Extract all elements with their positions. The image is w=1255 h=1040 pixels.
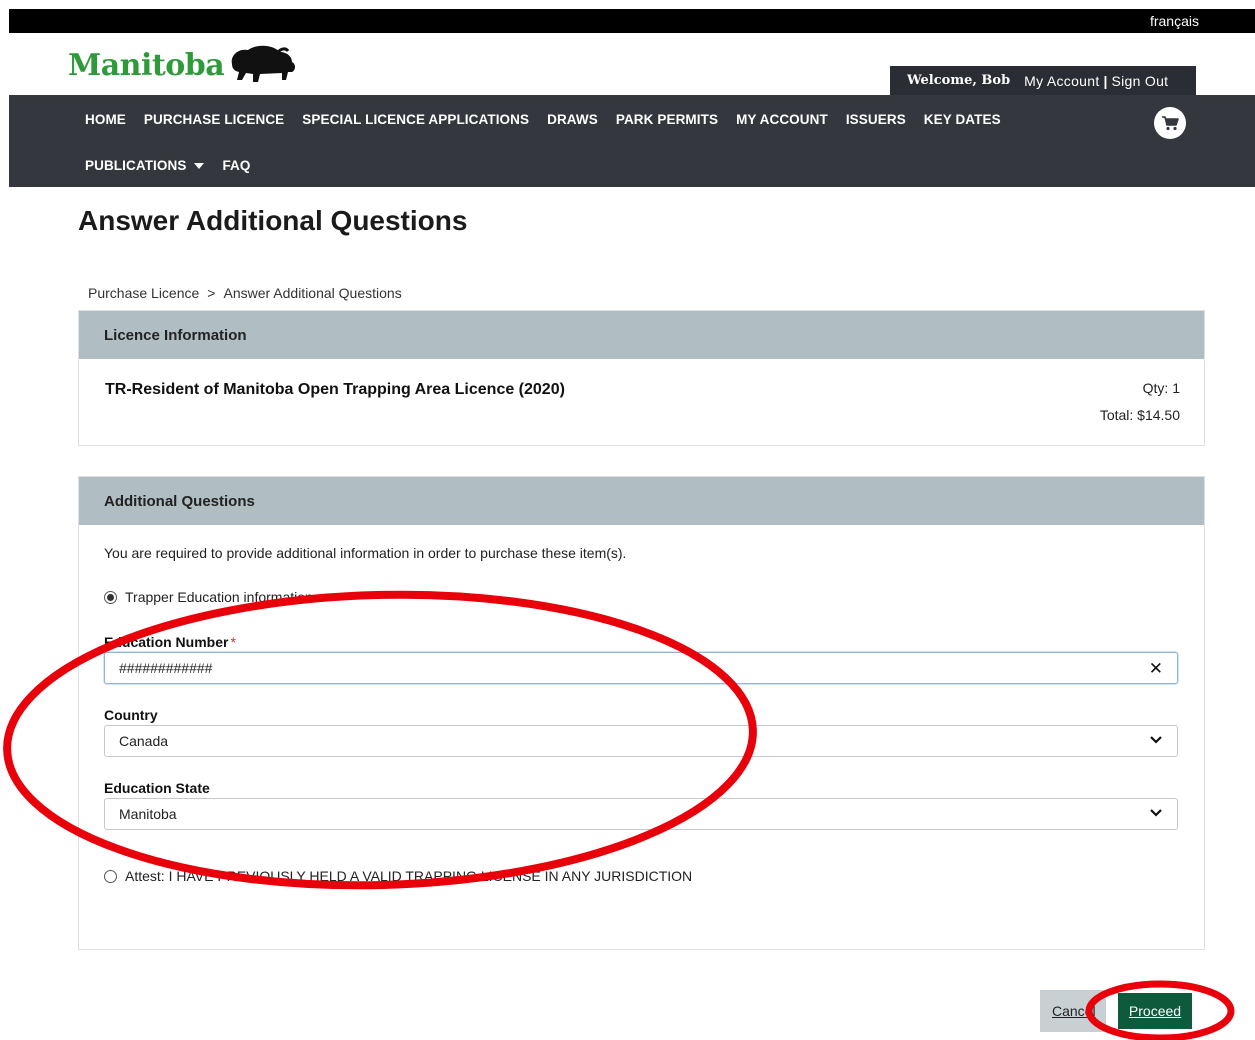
nav-issuers[interactable]: ISSUERS [846,112,906,127]
licence-panel-heading: Licence Information [79,311,1204,359]
country-label: Country [104,707,158,723]
cancel-button[interactable]: Cancel [1040,990,1106,1032]
education-number-field[interactable] [119,660,1099,676]
nav-key-dates[interactable]: KEY DATES [924,112,1001,127]
language-link[interactable]: français [1150,13,1199,29]
education-state-label: Education State [104,780,210,796]
radio-checked-icon[interactable] [104,590,117,604]
breadcrumb-current: Answer Additional Questions [223,285,402,301]
bison-icon [231,45,296,82]
additional-questions-panel: Additional Questions You are required to… [78,476,1205,950]
nav-publications-label: PUBLICATIONS [85,158,187,173]
breadcrumb-purchase-licence[interactable]: Purchase Licence [88,285,199,301]
nav-my-account[interactable]: MY ACCOUNT [736,112,828,127]
nav-draws[interactable]: DRAWS [547,112,598,127]
chevron-down-icon [1150,809,1162,817]
manitoba-logo[interactable]: Manitoba [68,42,298,88]
option-attest-label: Attest: I HAVE PREVIOUSLY HELD A VALID T… [125,868,693,884]
licence-name: TR-Resident of Manitoba Open Trapping Ar… [105,381,565,398]
country-selected-value: Canada [119,733,169,749]
welcome-text: Welcome, Bob [907,73,1011,88]
caret-down-icon [194,162,205,169]
nav-purchase-licence[interactable]: PURCHASE LICENCE [144,112,284,127]
questions-panel-heading: Additional Questions [79,477,1204,525]
nav-park-permits[interactable]: PARK PERMITS [616,112,718,127]
licence-total: Total: $14.50 [1099,407,1180,423]
breadcrumb-separator: > [207,285,216,301]
cart-icon [1162,116,1179,131]
option-trapper-education[interactable]: Trapper Education information : [104,589,321,605]
account-tab: Welcome, Bob My Account | Sign Out [890,66,1196,95]
top-utility-bar: français [9,9,1255,33]
required-marker: * [230,634,236,650]
nav-special-licence-applications[interactable]: SPECIAL LICENCE APPLICATIONS [302,112,529,127]
nav-home[interactable]: HOME [85,112,126,127]
licence-qty: Qty: 1 [1142,380,1180,396]
questions-intro: You are required to provide additional i… [104,545,627,561]
main-navigation: HOME PURCHASE LICENCE SPECIAL LICENCE AP… [9,95,1255,187]
page-title: Answer Additional Questions [78,205,468,236]
nav-row-primary: HOME PURCHASE LICENCE SPECIAL LICENCE AP… [85,112,1019,127]
education-state-select[interactable]: Manitoba [104,798,1178,830]
breadcrumb: Purchase Licence > Answer Additional Quest… [88,285,402,301]
education-number-label-text: Education Number [104,634,229,650]
education-number-label: Education Number * [104,634,236,650]
option-trapper-education-label: Trapper Education information : [125,589,321,605]
clear-icon[interactable]: ✕ [1149,659,1163,679]
nav-publications[interactable]: PUBLICATIONS [85,158,205,173]
my-account-link[interactable]: My Account [1024,73,1099,89]
account-separator: | [1103,72,1108,89]
education-state-selected-value: Manitoba [119,806,177,822]
proceed-button[interactable]: Proceed [1118,993,1192,1029]
nav-row-secondary: PUBLICATIONS FAQ [85,158,269,173]
country-select[interactable]: Canada [104,725,1178,757]
chevron-down-icon [1150,736,1162,744]
radio-unchecked-icon[interactable] [104,869,117,883]
licence-information-panel: Licence Information TR-Resident of Manit… [78,310,1205,446]
nav-faq[interactable]: FAQ [222,158,250,173]
sign-out-link[interactable]: Sign Out [1111,73,1168,89]
option-attest[interactable]: Attest: I HAVE PREVIOUSLY HELD A VALID T… [104,868,692,884]
education-number-input[interactable]: ✕ [104,652,1178,684]
cart-button[interactable] [1154,107,1186,139]
logo-text: Manitoba [68,47,225,83]
